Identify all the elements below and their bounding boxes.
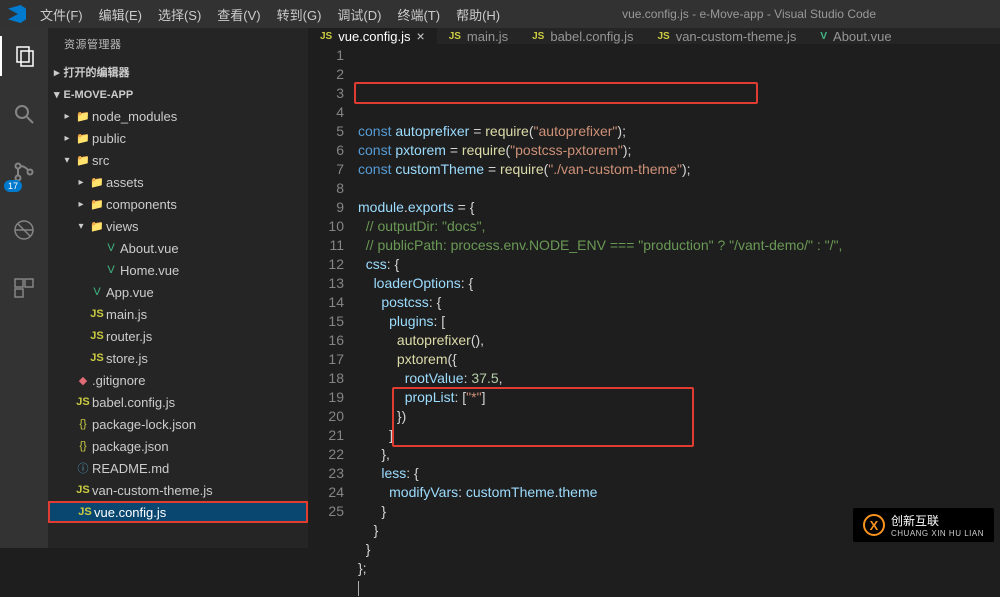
tree-item-router.js[interactable]: JSrouter.js: [48, 325, 308, 347]
tree-item-babel.config.js[interactable]: JSbabel.config.js: [48, 391, 308, 413]
tree-item-src[interactable]: ▾📁src: [48, 149, 308, 171]
menu-bar: 文件(F)编辑(E)选择(S)查看(V)转到(G)调试(D)终端(T)帮助(H): [34, 3, 506, 26]
project-section[interactable]: ▾E-MOVE-APP: [48, 84, 308, 105]
tree-item-README.md[interactable]: ⓘREADME.md: [48, 457, 308, 479]
tree-item-Home.vue[interactable]: VHome.vue: [48, 259, 308, 281]
activity-bar: 17: [0, 28, 48, 548]
menu-item-1[interactable]: 编辑(E): [93, 3, 148, 26]
menu-item-0[interactable]: 文件(F): [34, 3, 89, 26]
tree-item-assets[interactable]: ▸📁assets: [48, 171, 308, 193]
close-icon[interactable]: ×: [417, 28, 425, 44]
menu-item-2[interactable]: 选择(S): [152, 3, 207, 26]
tree-item-components[interactable]: ▸📁components: [48, 193, 308, 215]
tree-item-public[interactable]: ▸📁public: [48, 127, 308, 149]
tree-item-views[interactable]: ▾📁views: [48, 215, 308, 237]
tree-item-App.vue[interactable]: VApp.vue: [48, 281, 308, 303]
menu-item-4[interactable]: 转到(G): [271, 3, 328, 26]
file-tree: ▸📁node_modules▸📁public▾📁src▸📁assets▸📁com…: [48, 105, 308, 523]
tab-van-custom-theme.js[interactable]: JSvan-custom-theme.js: [645, 28, 808, 44]
tree-item-node_modules[interactable]: ▸📁node_modules: [48, 105, 308, 127]
menu-item-7[interactable]: 帮助(H): [450, 3, 506, 26]
debug-icon[interactable]: [0, 210, 48, 250]
editor-area: JSvue.config.js×JSmain.jsJSbabel.config.…: [308, 28, 1000, 548]
tree-item-About.vue[interactable]: VAbout.vue: [48, 237, 308, 259]
extensions-icon[interactable]: [0, 268, 48, 308]
tab-main.js[interactable]: JSmain.js: [437, 28, 520, 44]
tree-item-package-lock.json[interactable]: {}package-lock.json: [48, 413, 308, 435]
tab-vue.config.js[interactable]: JSvue.config.js×: [308, 28, 437, 44]
menu-item-6[interactable]: 终端(T): [391, 3, 446, 26]
editor-tabs: JSvue.config.js×JSmain.jsJSbabel.config.…: [308, 28, 1000, 44]
tree-item-store.js[interactable]: JSstore.js: [48, 347, 308, 369]
watermark-sub: CHUANG XIN HU LIAN: [891, 529, 984, 538]
watermark-logo-icon: X: [863, 514, 885, 536]
tree-item-.gitignore[interactable]: ◆.gitignore: [48, 369, 308, 391]
menu-item-3[interactable]: 查看(V): [211, 3, 266, 26]
search-icon[interactable]: [0, 94, 48, 134]
sidebar-title: 资源管理器: [48, 28, 308, 60]
vscode-icon: [8, 5, 26, 23]
line-gutter: 1234567891011121314151617181920212223242…: [308, 46, 358, 597]
highlight-box-1: [354, 82, 758, 104]
tree-item-main.js[interactable]: JSmain.js: [48, 303, 308, 325]
tab-About.vue[interactable]: VAbout.vue: [808, 28, 903, 44]
menu-item-5[interactable]: 调试(D): [331, 3, 387, 26]
open-editors-section[interactable]: ▸打开的编辑器: [48, 60, 308, 84]
title-bar: 文件(F)编辑(E)选择(S)查看(V)转到(G)调试(D)终端(T)帮助(H)…: [0, 0, 1000, 28]
window-title: vue.config.js - e-Move-app - Visual Stud…: [506, 7, 992, 21]
watermark: X 创新互联 CHUANG XIN HU LIAN: [853, 508, 994, 542]
explorer-icon[interactable]: [0, 36, 48, 76]
tree-item-vue.config.js[interactable]: JSvue.config.js: [48, 501, 308, 523]
scm-badge: 17: [4, 180, 22, 192]
watermark-text: 创新互联: [891, 514, 939, 528]
tree-item-van-custom-theme.js[interactable]: JSvan-custom-theme.js: [48, 479, 308, 501]
tab-babel.config.js[interactable]: JSbabel.config.js: [520, 28, 645, 44]
sidebar: 资源管理器 ▸打开的编辑器 ▾E-MOVE-APP ▸📁node_modules…: [48, 28, 308, 548]
tree-item-package.json[interactable]: {}package.json: [48, 435, 308, 457]
